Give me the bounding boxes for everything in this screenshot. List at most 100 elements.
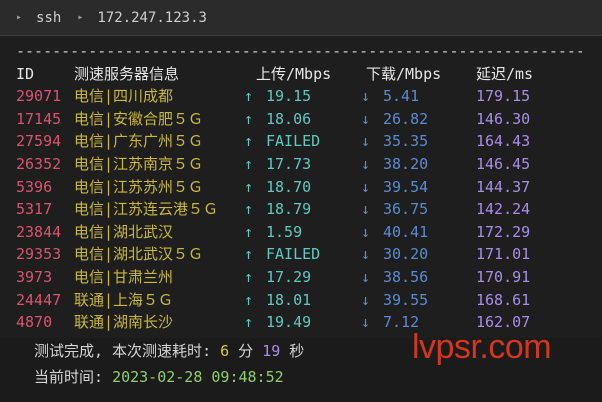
download-value: 26.82: [383, 109, 429, 128]
upload-value: FAILED: [266, 245, 321, 264]
row-node: 电信|广东广州５Ｇ: [74, 132, 204, 151]
table-row: 23844 电信|湖北武汉 ↑ 1.59 ↓ 40.41 172.29: [16, 221, 602, 244]
row-latency: 170.91: [476, 267, 531, 286]
table-row: 29353 电信|湖北武汉５Ｇ ↑ FAILED ↓ 30.20 171.01: [16, 243, 602, 266]
row-latency: 144.37: [476, 177, 531, 196]
duration-minutes: 6: [220, 342, 230, 360]
row-upload: ↑ 19.49: [244, 311, 311, 334]
table-row: 24447 联通|上海５Ｇ ↑ 18.01 ↓ 39.55 168.61: [16, 289, 602, 312]
row-id: 23844: [16, 222, 62, 241]
row-latency: 164.43: [476, 132, 531, 151]
chevron-right-icon: ▸: [77, 12, 84, 23]
download-value: 36.75: [383, 200, 429, 219]
row-id: 17145: [16, 109, 62, 128]
header-upload: 上传/Mbps: [256, 64, 332, 83]
breadcrumb-ssh[interactable]: ssh: [36, 10, 61, 26]
arrow-up-icon: ↑: [244, 132, 254, 151]
row-upload: ↑ 18.01: [244, 289, 311, 312]
row-id: 3973: [16, 267, 53, 286]
arrow-down-icon: ↓: [361, 177, 371, 196]
time-line: 当前时间: 2023-02-28 09:48:52: [34, 366, 284, 388]
upload-value: 17.73: [266, 154, 312, 173]
header-id: ID: [16, 64, 35, 83]
minutes-unit: 分: [229, 342, 263, 360]
row-download: ↓ 38.56: [361, 266, 428, 289]
row-node: 电信|湖北武汉: [74, 222, 174, 241]
arrow-down-icon: ↓: [361, 222, 371, 241]
row-node: 电信|湖北武汉５Ｇ: [74, 245, 204, 264]
row-latency: 172.29: [476, 222, 531, 241]
row-node: 电信|安徽合肥５Ｇ: [74, 109, 204, 128]
arrow-up-icon: ↑: [244, 200, 254, 219]
row-upload: ↑ 18.06: [244, 108, 311, 131]
arrow-up-icon: ↑: [244, 267, 254, 286]
download-value: 38.20: [383, 154, 429, 173]
terminal-tab-bar[interactable]: ▸ ssh ▸ 172.247.123.3: [0, 0, 602, 36]
row-download: ↓ 36.75: [361, 198, 428, 221]
row-download: ↓ 40.41: [361, 221, 428, 244]
upload-value: 1.59: [266, 222, 303, 241]
chevron-right-icon: ▸: [16, 12, 23, 23]
table-row: 3973 电信|甘肃兰州 ↑ 17.29 ↓ 38.56 170.91: [16, 266, 602, 289]
separator-line: ----------------------------------------…: [16, 42, 582, 60]
duration-line: 测试完成, 本次测速耗时: 6 分 19 秒: [34, 340, 304, 362]
duration-label: 测试完成, 本次测速耗时:: [34, 342, 221, 360]
row-latency: 168.61: [476, 290, 531, 309]
table-row: 29071 电信|四川成都 ↑ 19.15 ↓ 5.41 179.15: [16, 85, 602, 108]
table-row: 27594 电信|广东广州５Ｇ ↑ FAILED ↓ 35.35 164.43: [16, 130, 602, 153]
row-node: 电信|江苏南京５Ｇ: [74, 154, 204, 173]
arrow-down-icon: ↓: [361, 245, 371, 264]
time-label: 当前时间:: [34, 368, 113, 386]
arrow-up-icon: ↑: [244, 245, 254, 264]
arrow-up-icon: ↑: [244, 290, 254, 309]
arrow-up-icon: ↑: [244, 154, 254, 173]
row-id: 26352: [16, 154, 62, 173]
download-value: 39.54: [383, 177, 429, 196]
breadcrumb-host[interactable]: 172.247.123.3: [97, 10, 207, 26]
terminal-output: ----------------------------------------…: [16, 40, 602, 356]
row-upload: ↑ 18.79: [244, 198, 311, 221]
header-download: 下载/Mbps: [366, 64, 442, 83]
download-value: 40.41: [383, 222, 429, 241]
watermark-logo: lvpsr.com: [412, 328, 552, 366]
row-upload: ↑ FAILED: [244, 130, 320, 153]
table-row: 5317 电信|江苏连云港５Ｇ ↑ 18.79 ↓ 36.75 142.24: [16, 198, 602, 221]
row-upload: ↑ 1.59: [244, 221, 302, 244]
row-id: 27594: [16, 132, 62, 151]
arrow-up-icon: ↑: [244, 222, 254, 241]
upload-value: FAILED: [266, 132, 321, 151]
arrow-down-icon: ↓: [361, 200, 371, 219]
upload-value: 18.70: [266, 177, 312, 196]
upload-value: 19.49: [266, 313, 312, 332]
download-value: 35.35: [383, 132, 429, 151]
row-latency: 179.15: [476, 87, 531, 106]
row-id: 5396: [16, 177, 53, 196]
header-latency: 延迟/ms: [476, 64, 534, 83]
row-download: ↓ 7.12: [361, 311, 419, 334]
arrow-down-icon: ↓: [361, 290, 371, 309]
row-latency: 146.30: [476, 109, 531, 128]
row-node: 电信|四川成都: [74, 87, 174, 106]
table-header: ID 测速服务器信息 上传/Mbps 下载/Mbps 延迟/ms: [16, 63, 602, 86]
arrow-down-icon: ↓: [361, 154, 371, 173]
row-download: ↓ 35.35: [361, 130, 428, 153]
row-id: 24447: [16, 290, 62, 309]
row-id: 29071: [16, 87, 62, 106]
arrow-down-icon: ↓: [361, 313, 371, 332]
row-node: 电信|江苏连云港５Ｇ: [74, 200, 219, 219]
arrow-up-icon: ↑: [244, 177, 254, 196]
download-value: 30.20: [383, 245, 429, 264]
arrow-down-icon: ↓: [361, 132, 371, 151]
row-node: 电信|甘肃兰州: [74, 267, 174, 286]
row-id: 4870: [16, 313, 53, 332]
row-node: 联通|上海５Ｇ: [74, 290, 174, 309]
row-upload: ↑ FAILED: [244, 243, 320, 266]
arrow-up-icon: ↑: [244, 313, 254, 332]
download-value: 5.41: [383, 87, 420, 106]
row-latency: 171.01: [476, 245, 531, 264]
arrow-up-icon: ↑: [244, 87, 254, 106]
row-download: ↓ 39.54: [361, 176, 428, 199]
arrow-down-icon: ↓: [361, 87, 371, 106]
row-upload: ↑ 19.15: [244, 85, 311, 108]
header-node: 测速服务器信息: [74, 64, 180, 83]
